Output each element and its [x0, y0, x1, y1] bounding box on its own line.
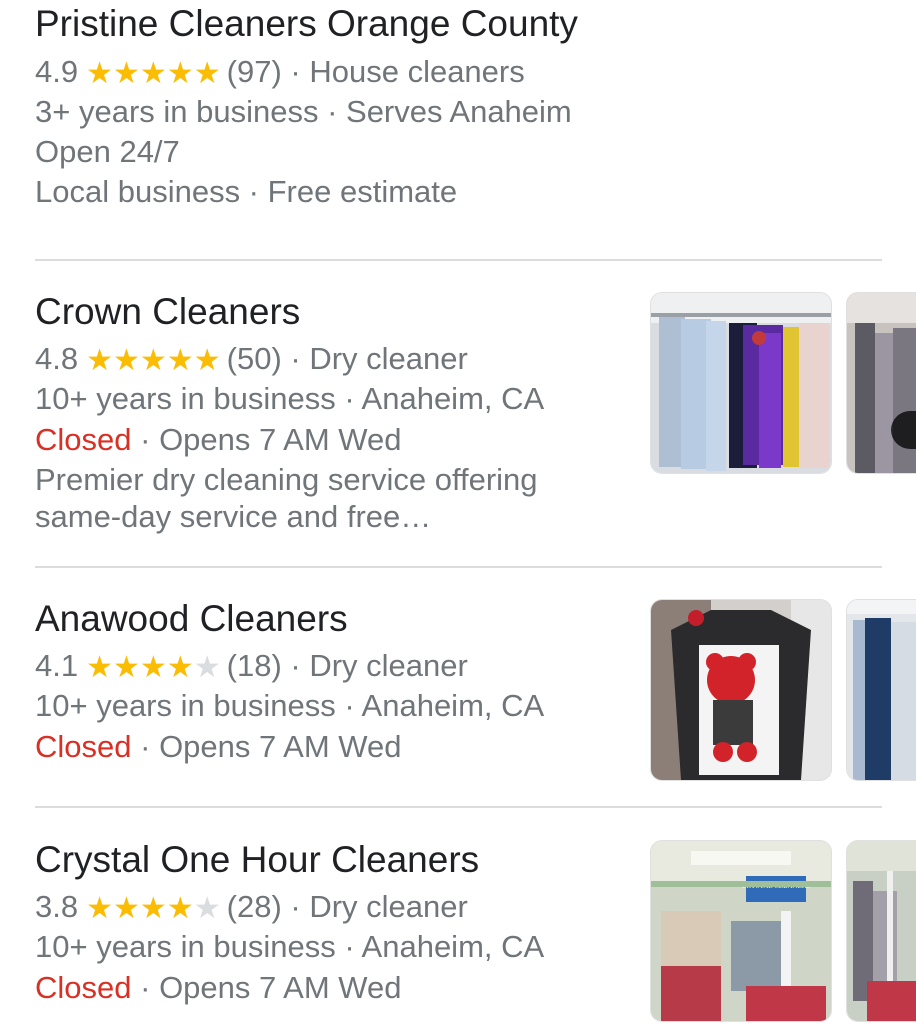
star-icon: ★ — [86, 651, 114, 684]
years-location: 3+ years in business · Serves Anaheim — [35, 94, 572, 129]
category: Dry cleaner — [309, 889, 468, 924]
star-empty-icon: ★ — [193, 651, 221, 684]
photo-thumbnail[interactable]: CRYSTAL CLEANERS — [650, 840, 832, 1022]
star-icon: ★ — [166, 892, 194, 925]
rating-line: 4.8 ★★★★★ (50) · Dry cleaner — [35, 340, 468, 379]
rating-line: 3.8 ★★★★★ (28) · Dry cleaner — [35, 888, 468, 927]
photo-thumbnail[interactable] — [650, 599, 832, 781]
star-icon: ★ — [139, 892, 167, 925]
years-location: 10+ years in business · Anaheim, CA — [35, 381, 545, 416]
star-icon: ★ — [139, 344, 167, 377]
star-icon: ★ — [113, 57, 140, 90]
category: Dry cleaner — [309, 341, 468, 376]
divider — [35, 259, 882, 261]
star-icon: ★ — [113, 651, 140, 684]
divider — [35, 806, 882, 808]
star-icon: ★ — [86, 892, 114, 925]
closed-status: Closed — [35, 970, 132, 1005]
hours-line: Closed · Opens 7 AM Wed — [35, 422, 402, 457]
clothing-rack-photo — [651, 293, 831, 473]
rating-value: 3.8 — [35, 889, 79, 924]
star-rating: ★★★★★ — [86, 889, 221, 928]
star-icon: ★ — [166, 57, 194, 90]
review-count: (18) — [226, 648, 282, 683]
jacket-photo — [651, 600, 831, 780]
listing-name[interactable]: Anawood Cleaners — [35, 597, 348, 641]
star-icon: ★ — [166, 651, 194, 684]
hours-status: Open 24/7 — [35, 134, 180, 169]
rating-value: 4.9 — [35, 54, 79, 89]
star-rating: ★★★★★ — [86, 648, 221, 687]
star-rating: ★★★★★ — [86, 54, 221, 93]
star-icon: ★ — [139, 651, 167, 684]
store-front-photo: CRYSTAL CLEANERS — [651, 841, 831, 1021]
star-icon: ★ — [166, 344, 194, 377]
star-rating: ★★★★★ — [86, 341, 221, 380]
photo-thumbnail[interactable] — [650, 292, 832, 474]
rating-line: 4.1 ★★★★★ (18) · Dry cleaner — [35, 647, 468, 686]
years-location: 10+ years in business · Anaheim, CA — [35, 929, 545, 964]
opening-hours: Opens 7 AM Wed — [159, 422, 402, 457]
rating-value: 4.8 — [35, 341, 79, 376]
closed-status: Closed — [35, 729, 132, 764]
star-icon: ★ — [113, 344, 140, 377]
photo-thumbnail-video[interactable] — [846, 292, 916, 474]
category: Dry cleaner — [309, 648, 468, 683]
star-icon: ★ — [193, 57, 221, 90]
review-count: (50) — [226, 341, 282, 376]
review-count: (28) — [226, 889, 282, 924]
garments-photo — [847, 600, 916, 780]
opening-hours: Opens 7 AM Wed — [159, 970, 402, 1005]
star-icon: ★ — [139, 57, 167, 90]
photo-thumbnail[interactable] — [846, 599, 916, 781]
listing-name[interactable]: Crown Cleaners — [35, 290, 300, 334]
hours-line: Closed · Opens 7 AM Wed — [35, 970, 402, 1005]
years-location: 10+ years in business · Anaheim, CA — [35, 688, 545, 723]
hours-line: Closed · Opens 7 AM Wed — [35, 729, 402, 764]
photo-thumbnail[interactable] — [846, 840, 916, 1022]
description-line-2: same-day service and free… — [35, 499, 432, 534]
listing-name[interactable]: Pristine Cleaners Orange County — [35, 2, 578, 46]
star-icon: ★ — [86, 57, 114, 90]
star-icon: ★ — [193, 344, 221, 377]
description-line-1: Premier dry cleaning service offering — [35, 462, 538, 497]
business-attributes: Local business · Free estimate — [35, 174, 458, 209]
store-interior-photo — [847, 841, 916, 1021]
closed-status: Closed — [35, 422, 132, 457]
review-count: (97) — [226, 54, 282, 89]
star-empty-icon: ★ — [193, 892, 221, 925]
opening-hours: Opens 7 AM Wed — [159, 729, 402, 764]
star-icon: ★ — [86, 344, 114, 377]
category: House cleaners — [309, 54, 525, 89]
star-icon: ★ — [113, 892, 140, 925]
rating-line: 4.9 ★★★★★ (97) · House cleaners — [35, 53, 525, 92]
listing-name[interactable]: Crystal One Hour Cleaners — [35, 838, 479, 882]
divider — [35, 566, 882, 568]
rating-value: 4.1 — [35, 648, 79, 683]
